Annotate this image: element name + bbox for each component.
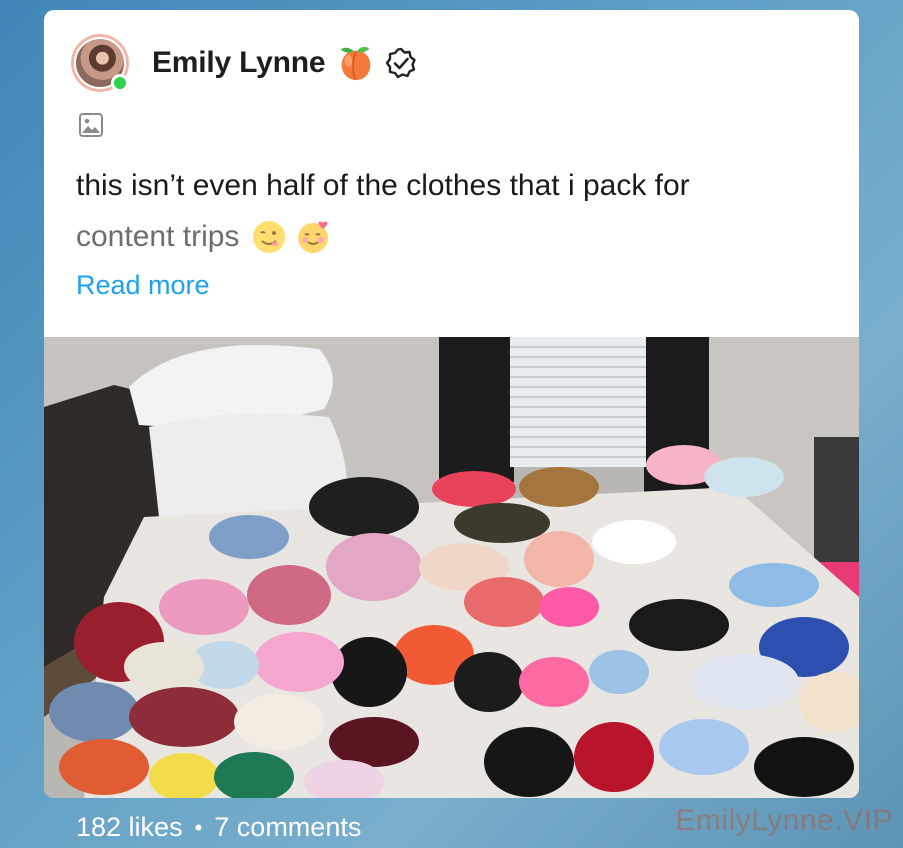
- post-text: this isn’t even half of the clothes that…: [76, 160, 836, 262]
- comments-count[interactable]: 7 comments: [214, 812, 361, 843]
- peach-icon: [341, 46, 371, 81]
- online-status-icon: [111, 74, 129, 92]
- author-name[interactable]: Emily Lynne: [152, 46, 326, 80]
- watermark: EmilyLynne.VIP: [675, 804, 893, 837]
- post-text-line-2-text: content trips: [76, 220, 240, 253]
- verified-icon: [386, 47, 417, 79]
- heart-face-emoji-icon: [298, 221, 329, 253]
- post-card: Emily Lynne this isn’t even half of the …: [44, 10, 859, 798]
- post-stats: 182 likes • 7 comments: [76, 812, 361, 843]
- post-text-line-1: this isn’t even half of the clothes that…: [76, 169, 690, 202]
- stats-separator: •: [194, 814, 203, 840]
- avatar[interactable]: [71, 34, 129, 92]
- post-header: Emily Lynne: [71, 34, 417, 92]
- post-photo[interactable]: [44, 337, 859, 798]
- likes-count[interactable]: 182 likes: [76, 812, 183, 843]
- image-icon[interactable]: [78, 112, 104, 138]
- read-more-link[interactable]: Read more: [76, 270, 210, 301]
- post-text-line-2: content trips: [76, 211, 836, 262]
- wink-emoji-icon: [253, 220, 286, 253]
